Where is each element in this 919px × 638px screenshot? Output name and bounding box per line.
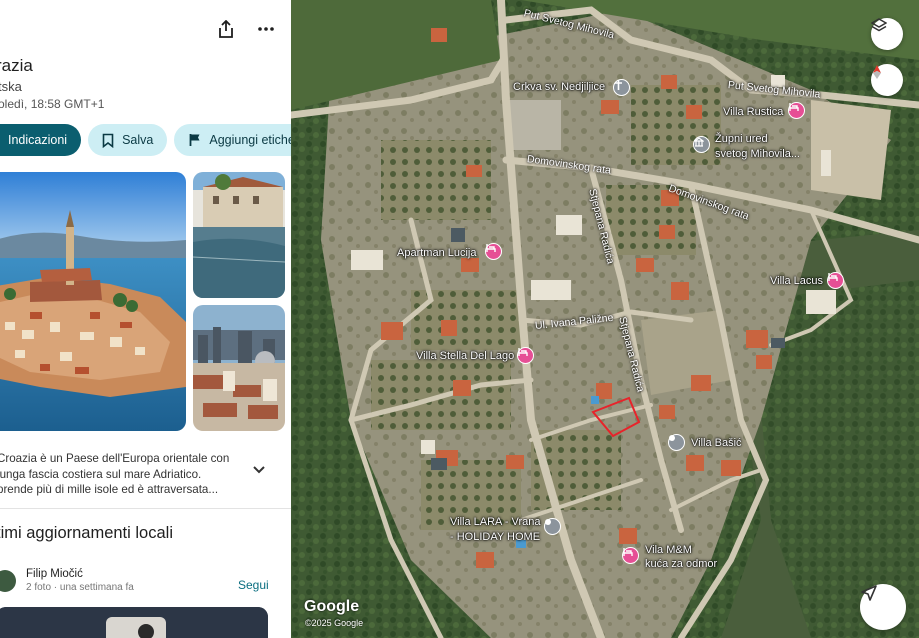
flag-icon (189, 133, 201, 147)
satellite-map[interactable]: Put Svetog Mihovila Put Svetog Mihovila … (291, 0, 919, 638)
bed-icon (486, 244, 496, 252)
apartman-lucija-pin[interactable] (485, 243, 502, 260)
photo-stone-houses[interactable] (193, 172, 285, 298)
building-icon (694, 137, 704, 147)
section-divider (0, 508, 291, 509)
bed-icon (828, 273, 838, 281)
post-info: 2 foto · una settimana fa (26, 582, 134, 593)
place-panel: razia tska oledì, 18:58 GMT+1 Indicazion… (0, 0, 291, 638)
villa-basic-pin[interactable] (668, 434, 685, 451)
bed-icon (789, 103, 799, 111)
place-description: Croazia è un Paese dell'Europa orientale… (0, 451, 235, 498)
place-villa-lara-label-1[interactable]: Villa LARA - Vrana (450, 516, 541, 528)
directions-label: Indicazioni (8, 133, 67, 147)
layers-icon (871, 18, 887, 34)
more-vert-icon[interactable] (255, 18, 277, 40)
vila-mm-pin[interactable] (622, 547, 639, 564)
place-church-label[interactable]: Crkva sv. Nedjiljice (513, 81, 605, 93)
photo-city-view[interactable] (193, 305, 285, 431)
google-logo: Google (304, 598, 359, 616)
place-villa-basic-label[interactable]: Villa Bašić (691, 437, 742, 449)
place-villa-rustica-label[interactable]: Villa Rustica (723, 106, 783, 118)
chevron-down-icon[interactable] (252, 462, 266, 480)
church-icon (614, 80, 623, 90)
compass-button[interactable] (871, 64, 903, 96)
navigation-icon (860, 584, 878, 602)
avatar[interactable] (0, 570, 16, 592)
local-time: oledì, 18:58 GMT+1 (0, 97, 104, 111)
add-label-button[interactable]: Aggiungi etichet (174, 124, 291, 156)
action-buttons: Indicazioni Salva Aggiungi etichet (0, 124, 291, 156)
post-author[interactable]: Filip Miočić (26, 568, 134, 580)
compass-icon (871, 64, 883, 80)
photo-rovinj-aerial[interactable] (0, 172, 186, 431)
place-zupni-ured-label-2[interactable]: svetog Mihovila... (715, 148, 800, 160)
villa-lacus-pin[interactable] (827, 272, 844, 289)
place-vila-mm-label-2[interactable]: kuća za odmor (645, 558, 717, 570)
save-button[interactable]: Salva (88, 124, 167, 156)
place-villa-stella-label[interactable]: Villa Stella Del Lago (416, 350, 514, 362)
place-apartman-lucija-label[interactable]: Apartman Lucija (397, 247, 477, 259)
add-label-text: Aggiungi etichet (209, 133, 291, 147)
place-vila-mm-label-1[interactable]: Vila M&M (645, 544, 692, 556)
bed-icon (623, 548, 633, 556)
follow-button[interactable]: Segui (238, 578, 269, 592)
place-subtitle: tska (0, 79, 22, 94)
layers-button[interactable] (871, 18, 903, 50)
directions-button[interactable]: Indicazioni (0, 124, 81, 156)
share-icon[interactable] (215, 18, 237, 40)
church-pin[interactable] (613, 79, 630, 96)
post-meta: Filip Miočić 2 foto · una settimana fa (26, 568, 134, 593)
map-copyright: ©2025 Google (305, 618, 363, 628)
zupni-ured-pin[interactable] (693, 136, 710, 153)
updates-title: timi aggiornamenti locali (0, 524, 173, 543)
villa-stella-pin[interactable] (517, 347, 534, 364)
panel-top-actions (215, 18, 277, 40)
save-label: Salva (122, 133, 153, 147)
post-image[interactable] (0, 607, 268, 638)
place-villa-lacus-label[interactable]: Villa Lacus (770, 275, 823, 287)
villa-lara-pin[interactable] (544, 518, 561, 535)
directions-fab[interactable] (860, 584, 906, 630)
villa-rustica-pin[interactable] (788, 102, 805, 119)
place-zupni-ured-label-1[interactable]: Župni ured (715, 133, 768, 145)
bookmark-icon (102, 133, 114, 148)
place-title: razia (0, 56, 33, 76)
bed-icon (518, 348, 528, 356)
place-villa-lara-label-2[interactable]: - HOLIDAY HOME (450, 531, 540, 543)
dot-icon (545, 519, 551, 525)
dot-icon (669, 435, 675, 441)
